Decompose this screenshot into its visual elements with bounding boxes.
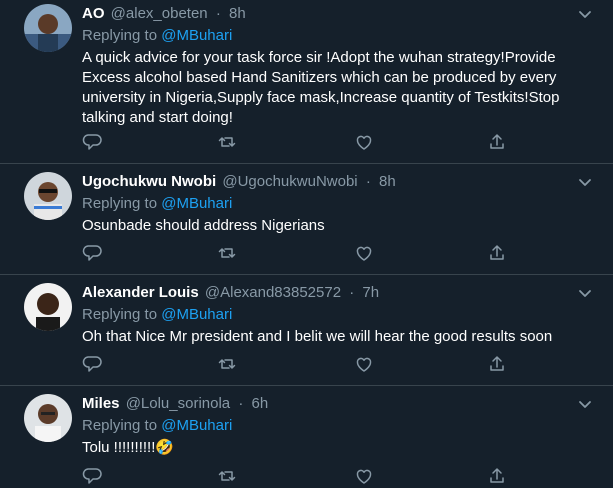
timestamp[interactable]: 6h [252, 395, 269, 412]
display-name[interactable]: AO [82, 5, 105, 22]
tweet-actions [82, 466, 522, 486]
separator-dot: · [349, 284, 355, 301]
avatar[interactable] [24, 4, 72, 52]
chevron-down-icon[interactable] [577, 174, 593, 190]
tweet[interactable]: Miles @Lolu_sorinola · 6h Replying to @M… [0, 386, 613, 488]
replying-to-label: Replying to [82, 417, 158, 434]
share-icon[interactable] [487, 354, 507, 374]
timestamp[interactable]: 8h [229, 5, 246, 22]
avatar[interactable] [24, 394, 72, 442]
reply-feed: AO @alex_obeten · 8h Replying to @MBuhar… [0, 0, 613, 488]
avatar[interactable] [24, 283, 72, 331]
share-icon[interactable] [487, 466, 507, 486]
separator-dot: · [365, 173, 371, 190]
user-handle[interactable]: @Lolu_sorinola [126, 395, 230, 412]
tweet-actions [82, 132, 522, 152]
mention-link[interactable]: @MBuhari [161, 306, 232, 323]
retweet-icon[interactable] [217, 354, 237, 374]
share-icon[interactable] [487, 243, 507, 263]
timestamp[interactable]: 7h [362, 284, 379, 301]
avatar[interactable] [24, 172, 72, 220]
mention-link[interactable]: @MBuhari [161, 195, 232, 212]
tweet[interactable]: Ugochukwu Nwobi @UgochukwuNwobi · 8h Rep… [0, 164, 613, 275]
timestamp[interactable]: 8h [379, 173, 396, 190]
chevron-down-icon[interactable] [577, 6, 593, 22]
tweet-header: AO @alex_obeten · 8h [82, 4, 577, 24]
tweet-text: A quick advice for your task force sir !… [82, 49, 560, 126]
replying-to-label: Replying to [82, 195, 158, 212]
mention-link[interactable]: @MBuhari [161, 417, 232, 434]
retweet-icon[interactable] [217, 243, 237, 263]
user-handle[interactable]: @Alexand83852572 [205, 284, 341, 301]
tweet-actions [82, 243, 522, 263]
tweet-header: Alexander Louis @Alexand83852572 · 7h [82, 283, 577, 303]
display-name[interactable]: Miles [82, 395, 120, 412]
mention-link[interactable]: @MBuhari [161, 27, 232, 44]
heart-icon[interactable] [354, 243, 374, 263]
heart-icon[interactable] [354, 132, 374, 152]
reply-icon[interactable] [82, 243, 102, 263]
display-name[interactable]: Alexander Louis [82, 284, 199, 301]
reply-icon[interactable] [82, 354, 102, 374]
tweet-header: Ugochukwu Nwobi @UgochukwuNwobi · 8h [82, 172, 577, 192]
heart-icon[interactable] [354, 354, 374, 374]
tweet[interactable]: Alexander Louis @Alexand83852572 · 7h Re… [0, 275, 613, 386]
replying-to-label: Replying to [82, 27, 158, 44]
reply-icon[interactable] [82, 132, 102, 152]
tweet-text: Osunbade should address Nigerians [82, 217, 325, 234]
share-icon[interactable] [487, 132, 507, 152]
replying-to: Replying to @MBuhari [82, 305, 577, 325]
display-name[interactable]: Ugochukwu Nwobi [82, 173, 216, 190]
replying-to: Replying to @MBuhari [82, 26, 577, 46]
retweet-icon[interactable] [217, 466, 237, 486]
reply-icon[interactable] [82, 466, 102, 486]
chevron-down-icon[interactable] [577, 285, 593, 301]
heart-icon[interactable] [354, 466, 374, 486]
replying-to: Replying to @MBuhari [82, 194, 577, 214]
replying-to-label: Replying to [82, 306, 158, 323]
chevron-down-icon[interactable] [577, 396, 593, 412]
tweet-header: Miles @Lolu_sorinola · 6h [82, 394, 577, 414]
user-handle[interactable]: @alex_obeten [111, 5, 208, 22]
tweet-text: Oh that Nice Mr president and I belit we… [82, 328, 553, 345]
tweet[interactable]: AO @alex_obeten · 8h Replying to @MBuhar… [0, 0, 613, 164]
retweet-icon[interactable] [217, 132, 237, 152]
separator-dot: · [238, 395, 244, 412]
tweet-actions [82, 354, 522, 374]
replying-to: Replying to @MBuhari [82, 416, 577, 436]
tweet-text: Tolu !!!!!!!!!!🤣 [82, 439, 175, 456]
user-handle[interactable]: @UgochukwuNwobi [222, 173, 357, 190]
separator-dot: · [215, 5, 221, 22]
